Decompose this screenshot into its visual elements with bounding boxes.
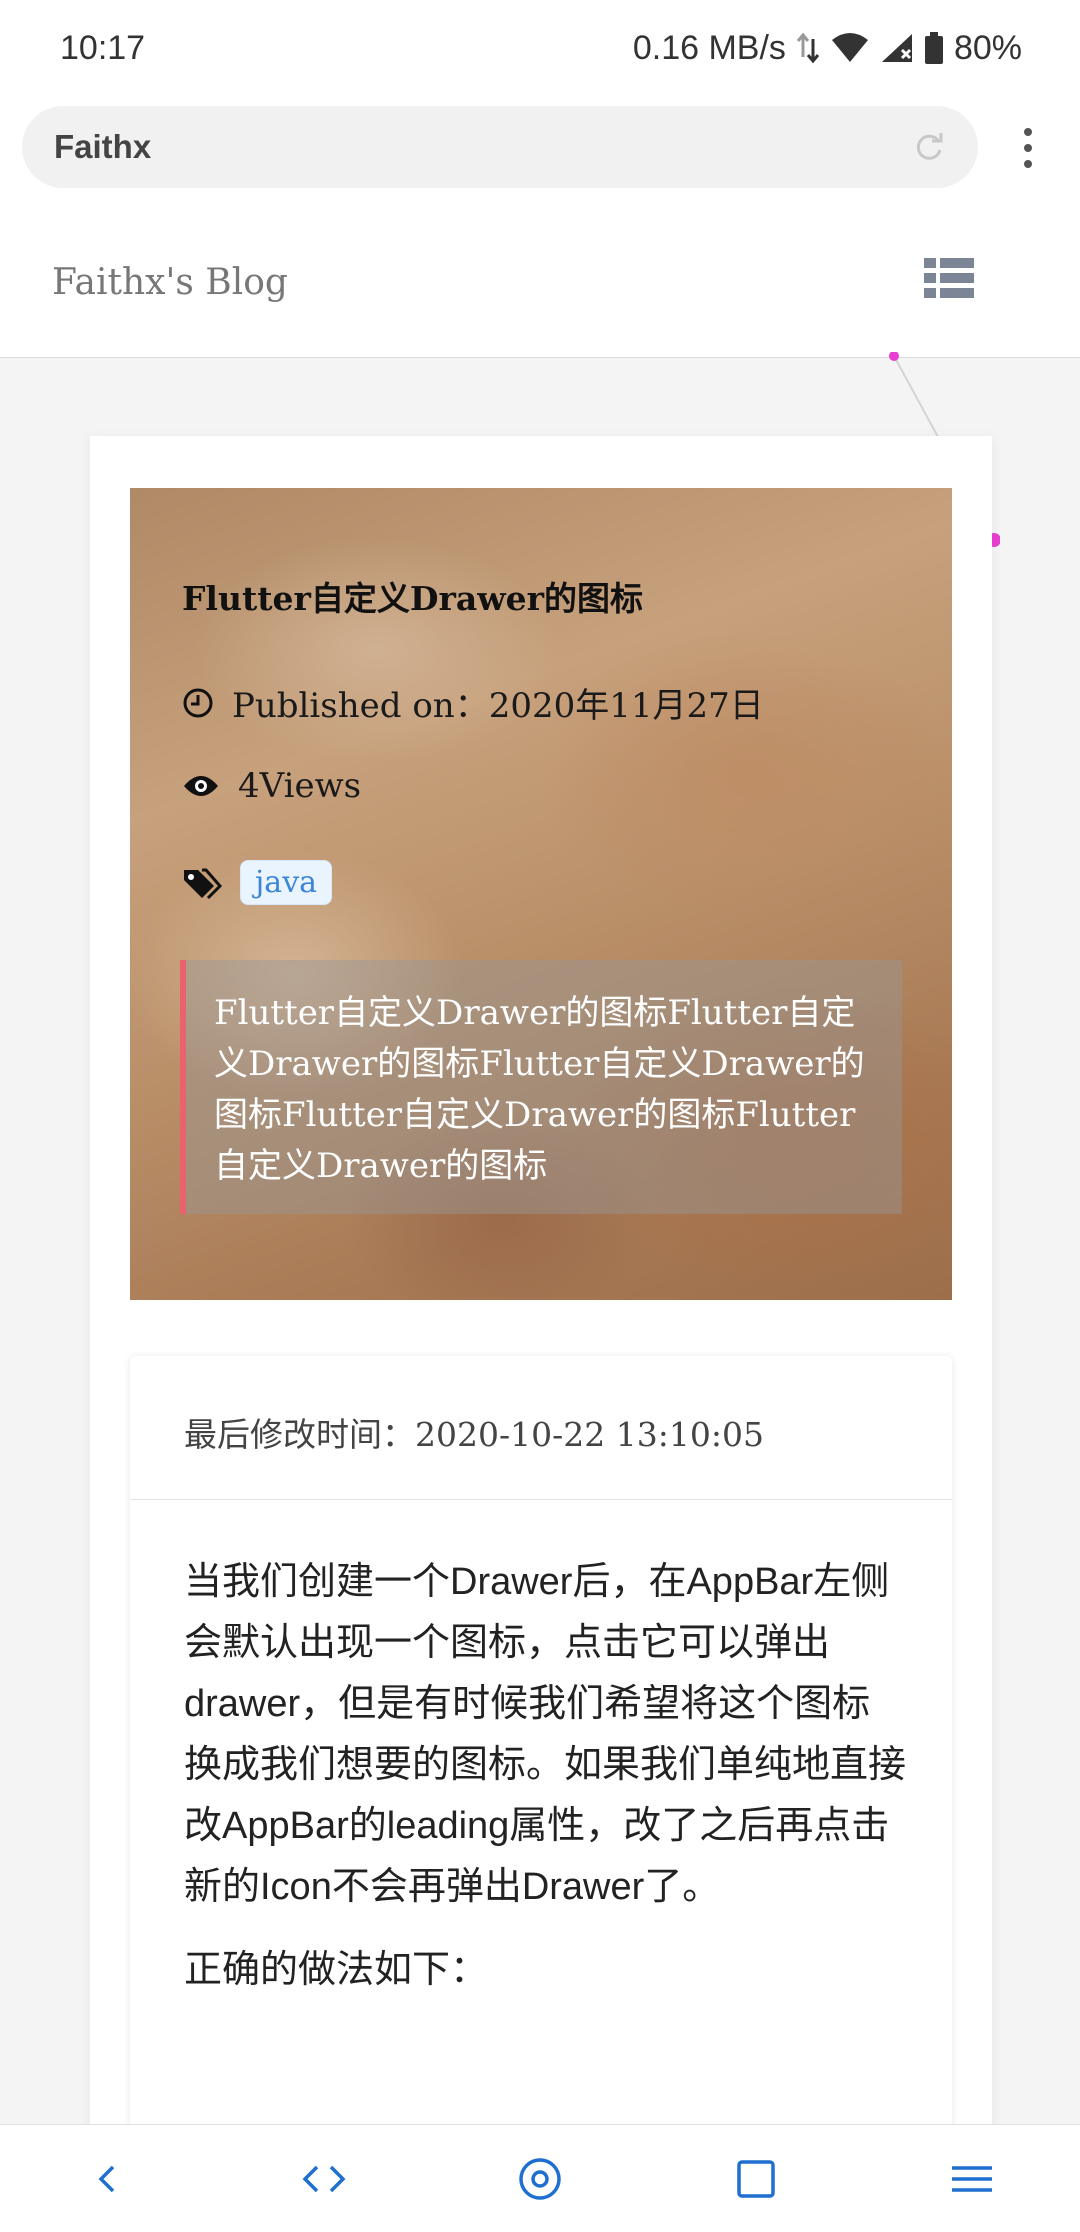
post-excerpt: Flutter自定义Drawer的图标Flutter自定义Drawer的图标Fl… [180,960,902,1214]
wifi-icon [831,33,868,62]
site-header: Faithx's Blog [0,206,1080,358]
url-text: Faithx [54,128,152,165]
last-modified: 最后修改时间：2020-10-22 13:10:05 [130,1356,952,1500]
status-bar: 10:17 0.16 MB/s 80% [0,0,1080,96]
back-icon[interactable] [68,2139,148,2219]
tags-icon [184,868,222,899]
post-hero[interactable]: Flutter自定义Drawer的图标 Published on：2020年11… [130,488,952,1300]
bottom-navigation [0,2124,1080,2232]
status-icons: 0.16 MB/s 80% [633,29,1022,68]
address-bar[interactable]: Faithx [22,106,978,188]
body-paragraph: 当我们创建一个Drawer后，在AppBar左侧会默认出现一个图标，点击它可以弹… [184,1561,907,1908]
eye-icon [184,776,218,796]
published-date: Published on：2020年11月27日 [232,686,764,726]
more-vert-icon[interactable] [1012,118,1044,178]
body-paragraph: 正确的做法如下： [184,1949,489,1991]
menu-lines-icon[interactable] [932,2139,1012,2219]
signal-icon [881,34,912,62]
battery-icon [924,32,943,64]
data-arrows-icon [796,32,820,64]
tabs-square-icon[interactable] [716,2139,796,2219]
post-card: Flutter自定义Drawer的图标 Published on：2020年11… [90,436,992,2232]
status-time: 10:17 [60,28,146,67]
tags-row: java [182,860,333,905]
post-body: 最后修改时间：2020-10-22 13:10:05 当我们创建一个Drawer… [130,1356,952,2232]
tag-chip[interactable]: java [240,860,333,905]
reload-icon[interactable] [912,130,946,164]
view-count: 4Views [238,766,362,806]
browser-toolbar: Faithx [0,96,1080,206]
code-icon[interactable] [284,2139,364,2219]
home-circle-icon[interactable] [500,2139,580,2219]
views-row: 4Views [182,766,361,806]
battery-level: 80% [953,28,1022,67]
post-title[interactable]: Flutter自定义Drawer的图标 [182,572,643,620]
published-row: Published on：2020年11月27日 [182,678,764,727]
list-menu-icon[interactable] [924,256,974,300]
site-title[interactable]: Faithx's Blog [52,262,288,303]
net-speed: 0.16 MB/s [632,28,786,67]
clock-icon [183,688,213,717]
